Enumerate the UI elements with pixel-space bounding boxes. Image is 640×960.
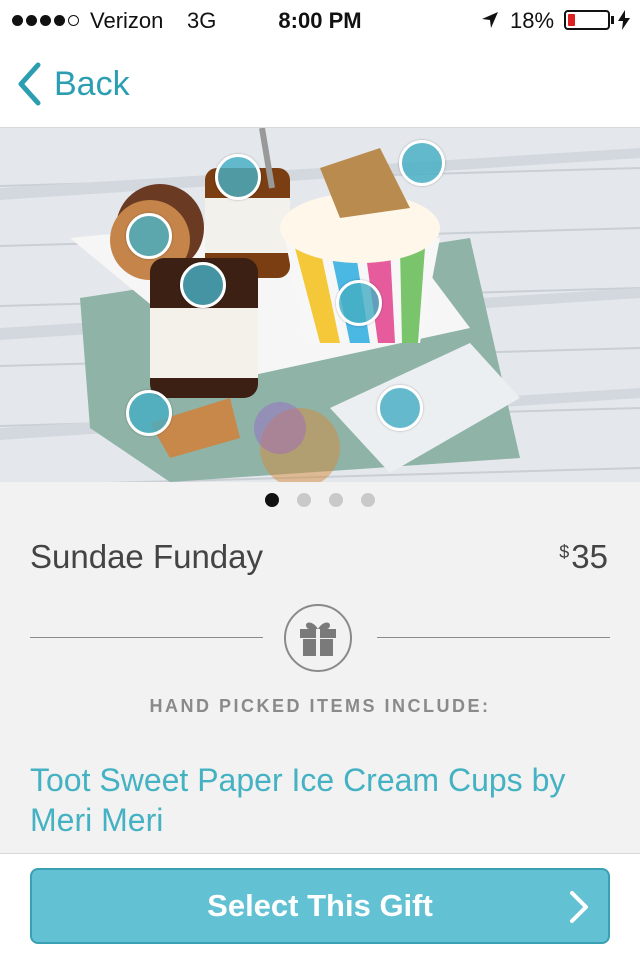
location-arrow-icon [482, 12, 498, 28]
back-button[interactable]: Back [16, 62, 130, 106]
back-label: Back [54, 64, 130, 103]
item-hotspot[interactable] [215, 154, 261, 200]
divider-right [377, 637, 610, 638]
item-hotspot[interactable] [126, 390, 172, 436]
item-hotspot[interactable] [399, 140, 445, 186]
chevron-left-icon [18, 62, 41, 106]
divider-left [30, 637, 263, 638]
navigation-bar: Back [0, 40, 640, 128]
page-dot[interactable] [329, 493, 343, 507]
price-amount: 35 [571, 538, 608, 575]
item-hotspot[interactable] [126, 213, 172, 259]
included-item-link[interactable]: Toot Sweet Paper Ice Cream Cups by Meri … [30, 760, 610, 840]
charging-bolt-icon [618, 10, 630, 30]
item-hotspot[interactable] [377, 385, 423, 431]
bottom-action-bar: Select This Gift [0, 853, 640, 960]
page-dot[interactable] [361, 493, 375, 507]
gift-icon [300, 622, 336, 656]
battery-percent: 18% [510, 8, 555, 33]
gift-badge [284, 604, 352, 672]
page-indicator[interactable] [0, 493, 640, 507]
battery-icon [564, 10, 610, 30]
page-dot[interactable] [265, 493, 279, 507]
select-gift-button[interactable]: Select This Gift [30, 868, 610, 944]
product-price: $ 35 [559, 538, 608, 576]
chevron-right-icon [570, 891, 588, 923]
product-title: Sundae Funday [30, 538, 264, 575]
currency-symbol: $ [559, 542, 570, 562]
item-hotspot[interactable] [180, 262, 226, 308]
status-bar: Verizon 3G 8:00 PM 18% [0, 0, 640, 40]
product-photo [0, 128, 640, 482]
select-gift-label: Select This Gift [207, 888, 433, 923]
battery-tip [611, 16, 614, 24]
page-dot[interactable] [297, 493, 311, 507]
product-image-gallery[interactable] [0, 128, 640, 482]
item-hotspot[interactable] [336, 280, 382, 326]
section-subtitle: HAND PICKED ITEMS INCLUDE: [149, 696, 491, 716]
